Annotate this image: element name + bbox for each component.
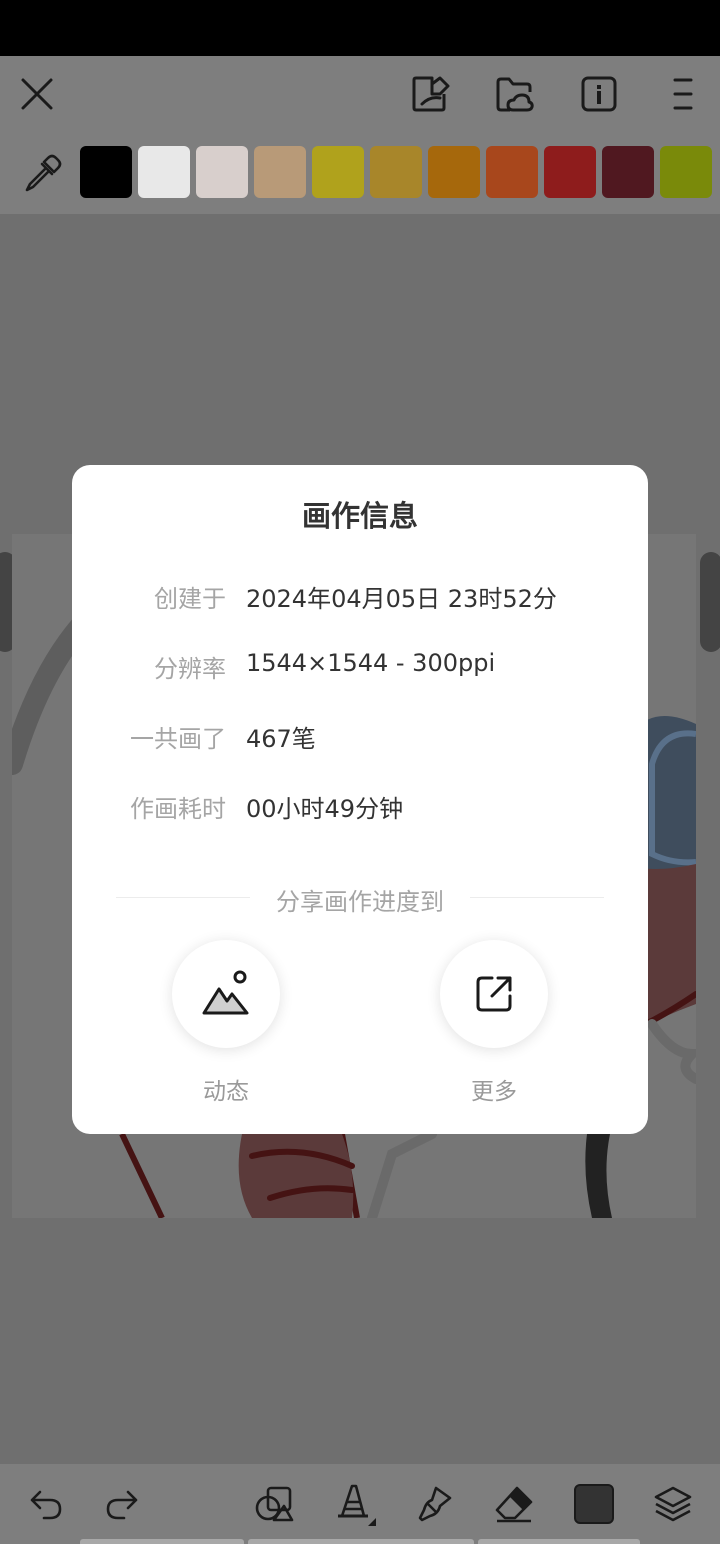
info-row-resolution: 分辨率 1544×1544 - 300ppi: [72, 643, 648, 683]
dialog-title: 画作信息: [301, 499, 418, 533]
layers-icon[interactable]: [645, 1476, 701, 1532]
top-toolbar: [0, 56, 720, 132]
info-label: 作画耗时: [130, 795, 226, 823]
color-swatch[interactable]: [660, 146, 712, 198]
color-swatch[interactable]: [80, 146, 132, 198]
color-swatch[interactable]: [486, 146, 538, 198]
share-section-header: 分享画作进度到: [72, 880, 648, 916]
color-swatch[interactable]: [138, 146, 190, 198]
info-label: 创建于: [154, 585, 226, 613]
sticker-icon[interactable]: [406, 70, 454, 118]
info-label: 一共画了: [130, 725, 226, 753]
share-moments-label: 动态: [203, 1079, 249, 1105]
share-more-label: 更多: [471, 1079, 517, 1105]
color-swatch[interactable]: [254, 146, 306, 198]
shapes-icon[interactable]: [246, 1476, 302, 1532]
info-row-created: 创建于 2024年04月05日 23时52分: [72, 573, 648, 613]
artwork-info-dialog: 画作信息 创建于 2024年04月05日 23时52分 分辨率 1544×154…: [72, 465, 648, 1134]
info-label: 分辨率: [154, 655, 226, 683]
status-bar: [0, 0, 720, 56]
eyedropper-icon[interactable]: [14, 146, 70, 202]
smudge-icon[interactable]: [406, 1476, 462, 1532]
menu-icon[interactable]: [659, 70, 707, 118]
color-swatch[interactable]: [544, 146, 596, 198]
color-swatch[interactable]: [602, 146, 654, 198]
tab-indicator: [80, 1539, 244, 1544]
info-value: 2024年04月05日 23时52分: [246, 585, 557, 613]
color-swatch[interactable]: [428, 146, 480, 198]
info-value: 1544×1544 - 300ppi: [246, 649, 496, 677]
redo-icon[interactable]: [94, 1476, 150, 1532]
eraser-icon[interactable]: [486, 1476, 542, 1532]
color-swatch[interactable]: [196, 146, 248, 198]
share-moments-button[interactable]: [172, 940, 280, 1048]
tab-indicator: [248, 1539, 474, 1544]
external-share-icon: [476, 976, 512, 1012]
bottom-toolbar: [0, 1464, 720, 1544]
info-row-duration: 作画耗时 00小时49分钟: [72, 783, 648, 823]
share-more-button[interactable]: [440, 940, 548, 1048]
mountain-photo-icon: [202, 970, 249, 1015]
color-palette: [0, 132, 720, 214]
info-icon[interactable]: [575, 70, 623, 118]
brush-icon[interactable]: [326, 1476, 382, 1532]
share-title: 分享画作进度到: [276, 888, 444, 916]
right-slider-handle[interactable]: [700, 552, 720, 652]
color-swatch[interactable]: [370, 146, 422, 198]
undo-icon[interactable]: [18, 1476, 74, 1532]
tab-indicator: [478, 1539, 640, 1544]
color-swatch[interactable]: [312, 146, 364, 198]
close-icon[interactable]: [13, 70, 61, 118]
info-value: 467笔: [246, 725, 316, 753]
info-value: 00小时49分钟: [246, 795, 404, 823]
current-color-swatch[interactable]: [566, 1476, 622, 1532]
bottom-tab-indicators: [0, 1538, 720, 1544]
cloud-folder-icon[interactable]: [490, 70, 538, 118]
info-row-strokes: 一共画了 467笔: [72, 713, 648, 753]
